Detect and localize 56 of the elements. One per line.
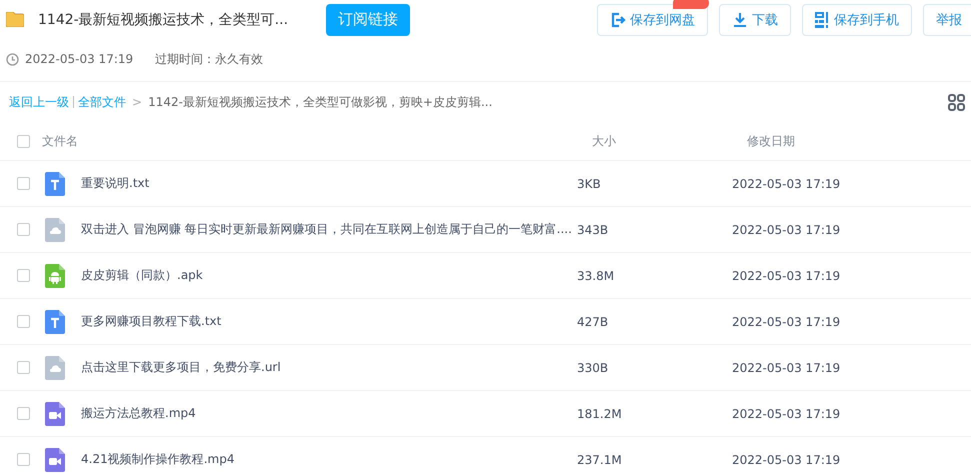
qr-code-icon	[815, 12, 830, 28]
file-name[interactable]: 搬运方法总教程.mp4	[81, 405, 577, 422]
cloud-file-icon	[45, 356, 65, 380]
created-time: 2022-05-03 17:19	[25, 52, 134, 66]
text-file-icon	[45, 172, 65, 196]
file-name[interactable]: 更多网赚项目教程下载.txt	[81, 313, 577, 330]
modified-date: 2022-05-03 17:19	[732, 360, 840, 374]
grid-view-icon[interactable]	[948, 94, 965, 110]
select-all-checkbox[interactable]	[17, 134, 30, 148]
action-button[interactable]: 举报	[923, 4, 971, 36]
video-file-icon	[45, 448, 65, 472]
modified-date: 2022-05-03 17:19	[732, 406, 840, 420]
video-file-icon	[45, 402, 65, 426]
android-file-icon	[45, 264, 65, 288]
modified-date: 2022-05-03 17:19	[732, 268, 840, 282]
row-checkbox[interactable]	[17, 223, 30, 236]
breadcrumb-separator: >	[132, 95, 142, 109]
text-file-icon	[45, 310, 65, 334]
row-checkbox[interactable]	[17, 269, 30, 282]
column-header[interactable]: 修改日期	[747, 132, 795, 150]
file-size: 3KB	[577, 176, 602, 190]
modified-date: 2022-05-03 17:19	[732, 222, 840, 236]
file-size: 237.1M	[577, 452, 623, 466]
file-size: 330B	[577, 360, 610, 374]
file-size: 33.8M	[577, 268, 616, 282]
file-name[interactable]: 双击进入 冒泡网赚 每日实时更新最新网赚项目，共同在互联网上创造属于自己的一笔财富....	[81, 221, 577, 238]
all-files-link[interactable]: 全部文件	[78, 94, 126, 110]
file-name[interactable]: 重要说明.txt	[81, 175, 577, 192]
export-icon	[610, 12, 626, 28]
file-size: 427B	[577, 314, 610, 328]
back-link[interactable]: 返回上一级	[9, 94, 69, 110]
current-folder: 1142-最新短视频搬运技术，全类型可做影视，剪映+皮皮剪辑...	[148, 94, 492, 110]
modified-date: 2022-05-03 17:19	[732, 314, 840, 328]
expiry-time: 过期时间：永久有效	[155, 50, 264, 68]
action-button[interactable]: 下载	[719, 4, 791, 36]
file-size: 343B	[577, 222, 610, 236]
clock-icon	[6, 52, 19, 66]
row-checkbox[interactable]	[17, 315, 30, 328]
share-title: 1142-最新短视频搬运技术，全类型可...	[38, 10, 288, 28]
column-header[interactable]: 大小	[592, 132, 747, 150]
row-checkbox[interactable]	[17, 361, 30, 374]
column-header[interactable]: 文件名	[42, 132, 592, 150]
file-name[interactable]: 4.21视频制作操作教程.mp4	[81, 451, 577, 468]
row-checkbox[interactable]	[17, 453, 30, 466]
subscribe-button[interactable]: 订阅链接	[326, 4, 410, 36]
modified-date: 2022-05-03 17:19	[732, 452, 840, 466]
cloud-file-icon	[45, 218, 65, 242]
modified-date: 2022-05-03 17:19	[732, 176, 840, 190]
file-name[interactable]: 皮皮剪辑（同款）.apk	[81, 267, 577, 284]
file-size: 181.2M	[577, 406, 623, 420]
folder-icon	[6, 12, 24, 27]
file-name[interactable]: 点击这里下载更多项目，免费分享.url	[81, 359, 577, 376]
download-icon	[732, 12, 748, 28]
action-button[interactable]: 保存到手机	[802, 4, 912, 36]
row-checkbox[interactable]	[17, 407, 30, 420]
row-checkbox[interactable]	[17, 177, 30, 190]
